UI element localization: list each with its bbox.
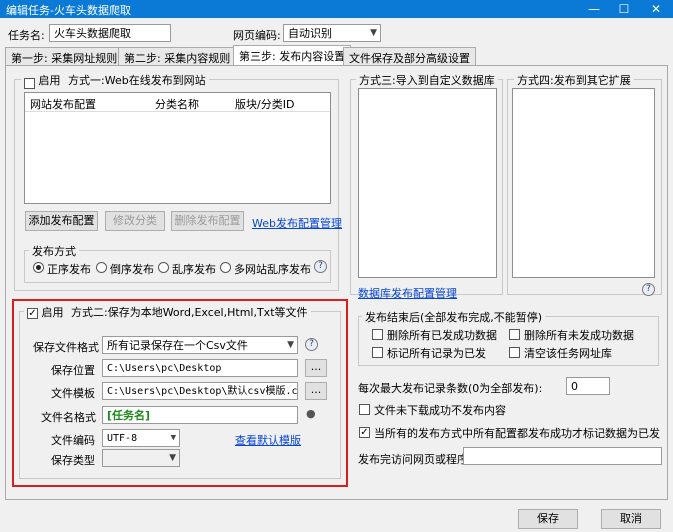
clear-urls-checkbox[interactable] [509,347,520,358]
tab-step3[interactable]: 第三步: 发布内容设置 [233,45,352,66]
save-format-value: 所有记录保存在一个Csv文件 [107,339,248,352]
method3-list[interactable] [358,88,497,278]
visit-after-input[interactable] [463,447,662,465]
save-location-label: 保存位置 [51,364,95,377]
window-title: 编辑任务-火车头数据爬取 [6,4,131,17]
title-bar: 编辑任务-火车头数据爬取 — ☐ ✕ [0,0,673,18]
max-records-input[interactable]: 0 [566,377,610,395]
mark-when-all-checkbox[interactable]: ✓ [359,427,370,438]
chevron-down-icon: ▼ [287,340,294,350]
cancel-button[interactable]: 取消 [601,509,661,529]
clear-urls-label: 清空该任务网址库 [524,347,612,360]
minimize-icon[interactable]: — [579,0,609,18]
tab-step1[interactable]: 第一步: 采集网址规则 [5,47,124,65]
task-name-input[interactable]: 火车头数据爬取 [49,24,171,42]
page-encoding-select[interactable]: 自动识别 ▼ [283,24,381,42]
column-category-name: 分类名称 [155,98,199,111]
method1-header: 启用 方式一:Web在线发布到网站 [21,72,209,89]
web-publish-manage-link[interactable]: Web发布配置管理 [252,215,342,231]
help-icon[interactable]: ? [305,338,318,351]
not-download-checkbox[interactable] [359,404,370,415]
mark-all-label: 标记所有记录为已发 [387,347,486,360]
mode-random-radio[interactable] [158,262,169,273]
mode-descending-label: 倒序发布 [110,263,154,276]
mode-multisite-random-label: 多网站乱序发布 [234,263,311,276]
mark-all-checkbox[interactable] [372,347,383,358]
after-publish-title: 发布结束后(全部发布完成,不能暂停) [362,309,546,325]
save-format-select[interactable]: 所有记录保存在一个Csv文件 ▼ [102,336,298,354]
method1-enable-label: 启用 [38,74,61,87]
file-encoding-value: UTF-8 [107,433,138,444]
delete-fail-checkbox[interactable] [509,329,520,340]
delete-fail-label: 删除所有未发成功数据 [524,329,634,342]
tag-icon[interactable]: ● [306,407,316,420]
mode-ascending-radio[interactable] [33,262,44,273]
help-icon[interactable]: ? [642,283,655,296]
add-publish-config-button[interactable]: 添加发布配置 [25,211,98,231]
column-category-id: 版块/分类ID [235,98,295,111]
delete-publish-config-button[interactable]: 删除发布配置 [171,211,244,231]
method4-list[interactable] [512,88,655,278]
method2-enable-label: 启用 [41,306,64,319]
mark-when-all-label: 当所有的发布方式中所有配置都发布成功才标记数据为已发 [374,427,660,440]
save-button[interactable]: 保存 [518,509,578,529]
file-template-label: 文件模板 [51,387,95,400]
save-type-label: 保存类型 [51,454,95,467]
filename-format-label: 文件名格式 [41,411,96,424]
save-location-input[interactable]: C:\Users\pc\Desktop [102,359,298,377]
mode-multisite-random-radio[interactable] [220,262,231,273]
save-type-select[interactable]: ▼ [102,449,180,467]
page-encoding-value: 自动识别 [288,27,332,40]
browse-template-button[interactable]: ... [305,382,327,400]
help-icon[interactable]: ? [314,260,327,273]
visit-after-label: 发布完访问网页或程序 [358,453,468,466]
delete-success-checkbox[interactable] [372,329,383,340]
file-encoding-label: 文件编码 [51,434,95,447]
method2-enable-checkbox[interactable]: ✓ [27,307,38,319]
database-publish-manage-link[interactable]: 数据库发布配置管理 [358,285,457,301]
save-format-label: 保存文件格式 [33,341,99,354]
method2-title: 方式二:保存为本地Word,Excel,Html,Txt等文件 [71,306,308,319]
browse-location-button[interactable]: ... [305,359,327,377]
chevron-down-icon: ▼ [170,433,176,443]
file-template-input[interactable]: C:\Users\pc\Desktop\默认csv模版.csv [102,382,298,400]
maximize-icon[interactable]: ☐ [609,0,639,18]
publish-mode-title: 发布方式 [29,243,79,259]
method4-title: 方式四:发布到其它扩展 [514,72,634,88]
delete-success-label: 删除所有已发成功数据 [387,329,497,342]
tab-file-save[interactable]: 文件保存及部分高级设置 [343,47,476,65]
file-encoding-select[interactable]: UTF-8 ▼ [102,429,180,447]
chevron-down-icon: ▼ [370,28,377,38]
task-name-label: 任务名: [8,29,45,42]
method1-list-header: 网站发布配置 分类名称 版块/分类ID [25,93,330,112]
filename-format-input[interactable]: [任务名] [102,406,298,424]
method2-header: ✓ 启用 方式二:保存为本地Word,Excel,Html,Txt等文件 [24,304,311,320]
column-site-config: 网站发布配置 [30,98,96,111]
edit-category-button[interactable]: 修改分类 [105,211,165,231]
method1-enable-checkbox[interactable] [24,77,35,89]
close-icon[interactable]: ✕ [641,0,671,18]
mode-descending-radio[interactable] [96,262,107,273]
chevron-down-icon: ▼ [169,453,176,463]
not-download-label: 文件未下载成功不发布内容 [374,404,506,417]
view-default-template-link[interactable]: 查看默认模版 [235,432,301,448]
method3-title: 方式三:导入到自定义数据库 [356,72,498,88]
max-records-label: 每次最大发布记录条数(0为全部发布): [358,382,543,395]
method1-title: 方式一:Web在线发布到网站 [68,74,206,87]
mode-random-label: 乱序发布 [172,263,216,276]
tab-step2[interactable]: 第二步: 采集内容规则 [118,47,237,65]
mode-ascending-label: 正序发布 [47,263,91,276]
method1-config-list[interactable]: 网站发布配置 分类名称 版块/分类ID [24,92,331,204]
page-encoding-label: 网页编码: [233,29,281,42]
